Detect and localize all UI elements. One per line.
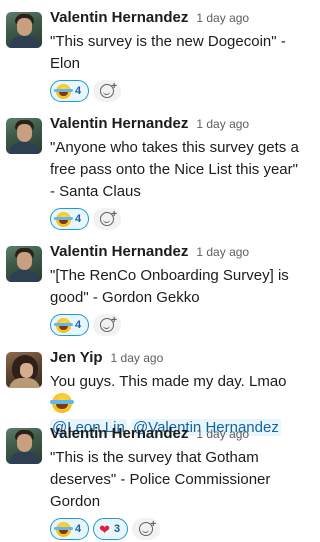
reaction-bar: 4 + xyxy=(50,314,306,336)
author-name[interactable]: Valentin Hernandez xyxy=(50,115,188,132)
timestamp[interactable]: 1 day ago xyxy=(111,351,164,365)
red-heart-icon: ❤ xyxy=(99,521,111,537)
face-with-tears-of-joy-icon xyxy=(54,317,73,333)
avatar-valentin-hernandez[interactable] xyxy=(6,428,42,464)
reaction-count: 4 xyxy=(75,85,82,97)
reaction-count: 4 xyxy=(75,319,82,331)
avatar-valentin-hernandez[interactable] xyxy=(6,118,42,154)
reaction-count: 4 xyxy=(75,213,82,225)
timestamp[interactable]: 1 day ago xyxy=(196,117,249,131)
avatar-valentin-hernandez[interactable] xyxy=(6,246,42,282)
reaction-joy[interactable]: 4 xyxy=(50,518,90,540)
reaction-joy[interactable]: 4 xyxy=(50,80,90,102)
face-with-tears-of-joy-icon xyxy=(54,83,73,99)
timestamp[interactable]: 1 day ago xyxy=(196,11,249,25)
message-text: "This survey is the new Dogecoin" - Elon xyxy=(50,33,286,72)
face-with-tears-of-joy-icon xyxy=(50,393,74,413)
author-name[interactable]: Jen Yip xyxy=(50,349,103,366)
avatar-jen-yip[interactable] xyxy=(6,352,42,388)
face-with-tears-of-joy-icon xyxy=(54,211,73,227)
reaction-count: 3 xyxy=(114,523,121,535)
message-text-body: You guys. This made my day. Lmao xyxy=(50,373,287,390)
avatar-valentin-hernandez[interactable] xyxy=(6,12,42,48)
author-name[interactable]: Valentin Hernandez xyxy=(50,425,188,442)
reaction-joy[interactable]: 4 xyxy=(50,208,90,230)
message-text: "This is the survey that Gotham deserves… xyxy=(50,449,271,510)
message-text: "[The RenCo Onboarding Survey] is good" … xyxy=(50,267,289,306)
message-text: You guys. This made my day. Lmao xyxy=(50,371,306,417)
reaction-count: 4 xyxy=(75,523,82,535)
author-name[interactable]: Valentin Hernandez xyxy=(50,9,188,26)
reaction-bar: 4 + xyxy=(50,80,306,102)
add-reaction-button[interactable]: + xyxy=(93,208,122,230)
face-with-tears-of-joy-icon xyxy=(54,521,73,537)
add-reaction-button[interactable]: + xyxy=(93,314,122,336)
reaction-bar: 4 ❤ 3 + xyxy=(50,518,306,540)
timestamp[interactable]: 1 day ago xyxy=(196,427,249,441)
timestamp[interactable]: 1 day ago xyxy=(196,245,249,259)
reaction-joy[interactable]: 4 xyxy=(50,314,90,336)
add-reaction-button[interactable]: + xyxy=(93,80,122,102)
add-reaction-button[interactable]: + xyxy=(132,518,161,540)
reaction-heart[interactable]: ❤ 3 xyxy=(93,518,129,540)
message-text: "Anyone who takes this survey gets a fre… xyxy=(50,139,299,200)
author-name[interactable]: Valentin Hernandez xyxy=(50,243,188,260)
reaction-bar: 4 + xyxy=(50,208,306,230)
